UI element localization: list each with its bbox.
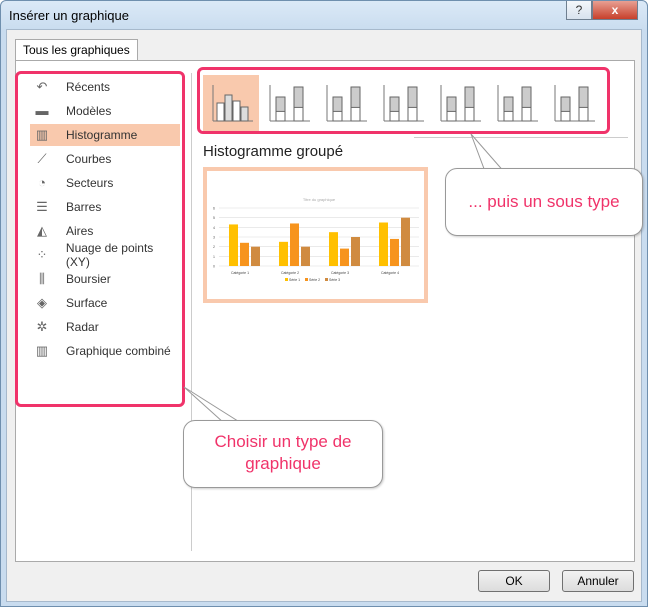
window-title: Insérer un graphique	[9, 8, 129, 23]
callout-subtype: ... puis un sous type	[445, 168, 643, 236]
tab-all-charts[interactable]: Tous les graphiques	[15, 39, 138, 61]
cancel-button[interactable]: Annuler	[562, 570, 634, 592]
dialog-body: Tous les graphiques ↶ Récents ▬ Modèles ▥ His…	[6, 29, 643, 602]
dialog-window: Insérer un graphique ? x Tous les graphi…	[0, 0, 648, 607]
help-button[interactable]: ?	[566, 1, 592, 20]
callout-type: Choisir un type de graphique	[183, 420, 383, 488]
ok-button[interactable]: OK	[478, 570, 550, 592]
tab-panel: ↶ Récents ▬ Modèles ▥ Histogramme ⟋ Courbes ◔ Sec…	[15, 60, 643, 562]
close-button[interactable]: x	[592, 1, 638, 20]
